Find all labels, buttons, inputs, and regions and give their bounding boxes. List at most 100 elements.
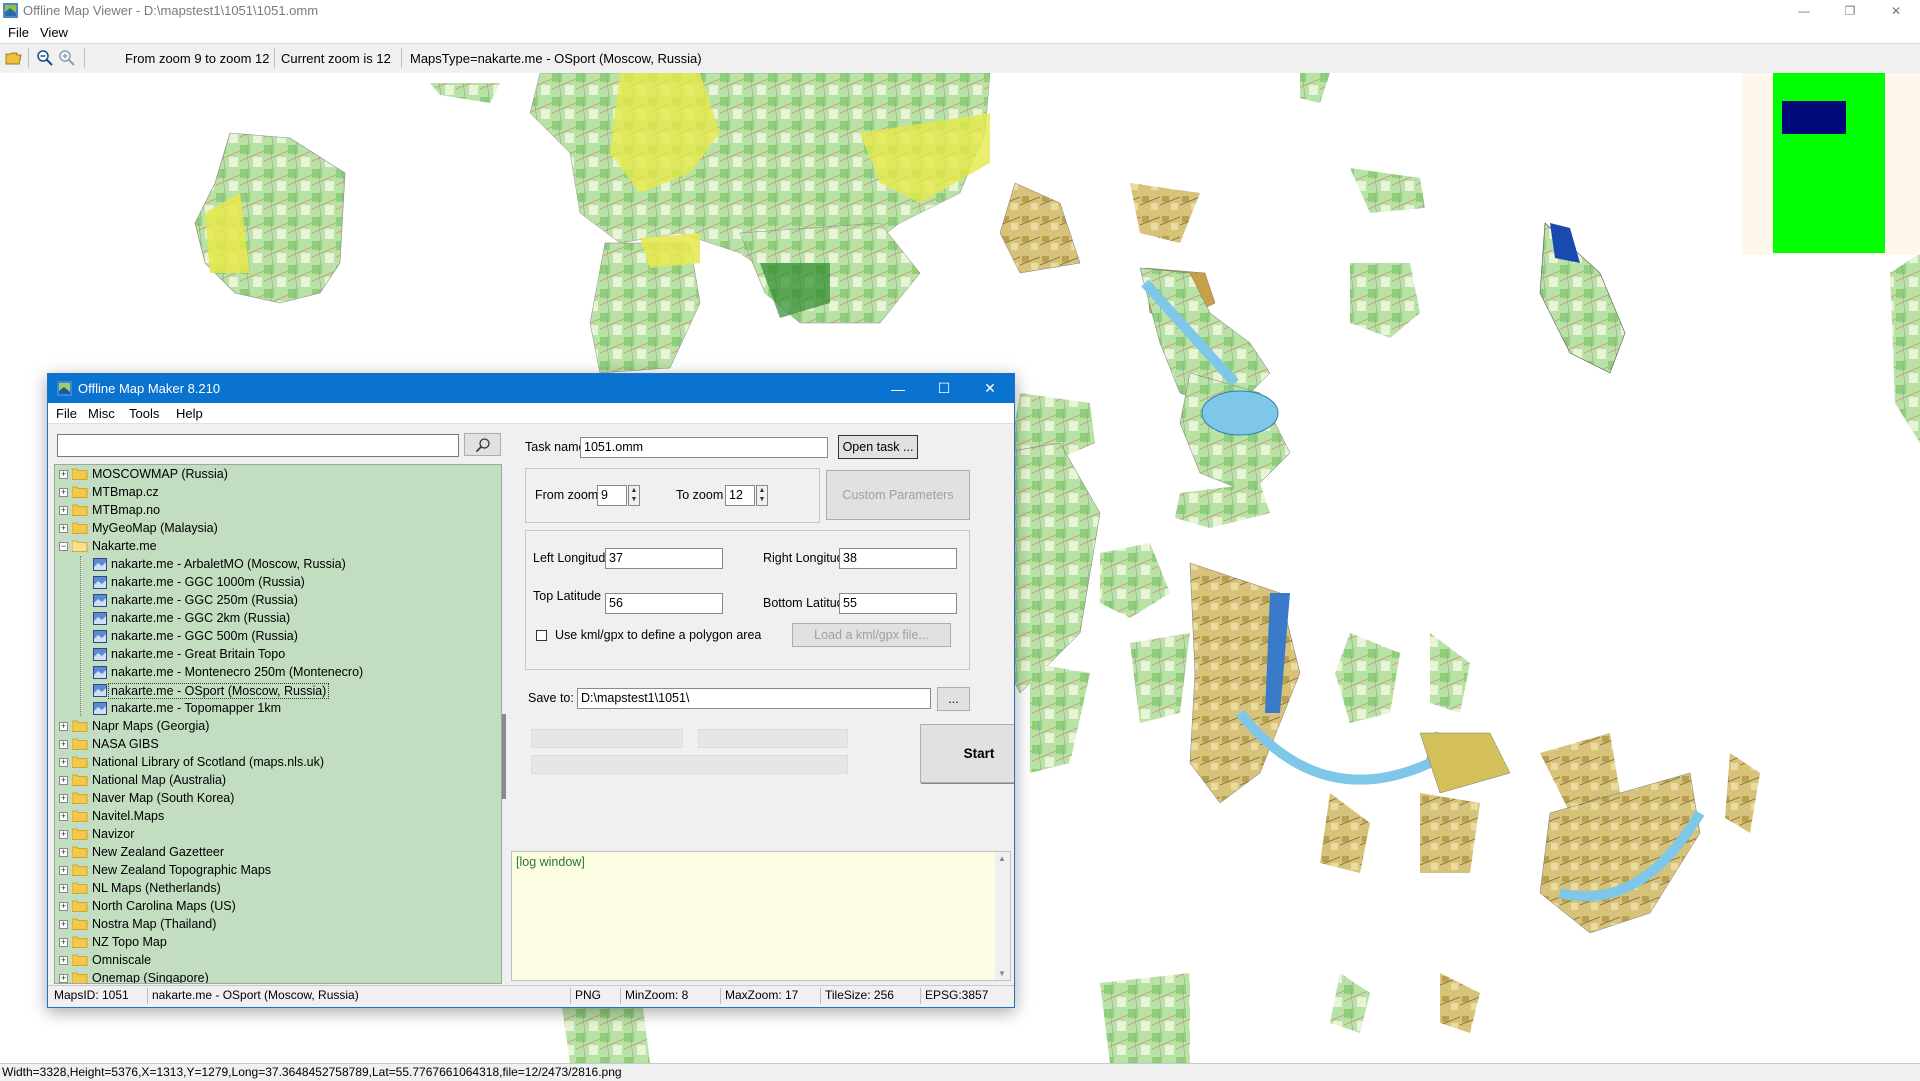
right-longitude-input[interactable]: 38	[839, 548, 957, 569]
tree-item[interactable]: + MTBmap.no	[55, 502, 501, 520]
tree-item[interactable]: + NZ Topo Map	[55, 934, 501, 952]
maker-close-button[interactable]: ✕	[967, 374, 1013, 403]
tree-item[interactable]: nakarte.me - GGC 500m (Russia)	[55, 628, 501, 646]
expand-icon[interactable]: +	[59, 758, 68, 767]
zoom-in-icon[interactable]	[58, 49, 76, 67]
bottom-latitude-input[interactable]: 55	[839, 593, 957, 614]
start-button[interactable]: Start	[920, 724, 1014, 783]
expand-icon[interactable]: +	[59, 974, 68, 983]
to-zoom-input[interactable]: 12	[725, 485, 755, 506]
folder-icon	[71, 954, 88, 966]
open-folder-icon[interactable]	[5, 49, 23, 67]
scroll-down-icon[interactable]: ▼	[998, 969, 1006, 978]
tree-item[interactable]: + National Map (Australia)	[55, 772, 501, 790]
folder-icon	[71, 720, 88, 732]
open-task-button[interactable]: Open task ...	[838, 435, 918, 459]
maker-menu-misc[interactable]: Misc	[88, 406, 115, 421]
save-to-label: Save to:	[528, 691, 574, 705]
expand-icon[interactable]: +	[59, 470, 68, 479]
to-zoom-stepper[interactable]: ▲ ▼	[756, 485, 768, 506]
expand-icon[interactable]: +	[59, 524, 68, 533]
tree-item[interactable]: + NASA GIBS	[55, 736, 501, 754]
maker-maximize-button[interactable]: ☐	[921, 374, 967, 403]
overview-viewport	[1782, 101, 1846, 134]
tree-item[interactable]: + Napr Maps (Georgia)	[55, 718, 501, 736]
tree-item[interactable]: + New Zealand Topographic Maps	[55, 862, 501, 880]
maker-minimize-button[interactable]: —	[875, 374, 921, 403]
tree-item[interactable]: − Nakarte.me	[55, 538, 501, 556]
scroll-up-icon[interactable]: ▲	[998, 854, 1006, 863]
tree-item[interactable]: nakarte.me - ArbaletMO (Moscow, Russia)	[55, 556, 501, 574]
expand-icon[interactable]: +	[59, 866, 68, 875]
expand-icon[interactable]: +	[59, 902, 68, 911]
tree-item[interactable]: + North Carolina Maps (US)	[55, 898, 501, 916]
expand-icon[interactable]: +	[59, 488, 68, 497]
maker-menu-help[interactable]: Help	[176, 406, 203, 421]
from-zoom-stepper[interactable]: ▲ ▼	[628, 485, 640, 506]
custom-parameters-button[interactable]: Custom Parameters	[826, 470, 970, 520]
viewer-menubar: File View	[0, 22, 1920, 43]
log-scrollbar[interactable]: ▲ ▼	[995, 852, 1010, 980]
tree-item[interactable]: nakarte.me - GGC 2km (Russia)	[55, 610, 501, 628]
tree-item[interactable]: nakarte.me - Great Britain Topo	[55, 646, 501, 664]
expand-icon[interactable]: +	[59, 884, 68, 893]
map-search-button[interactable]	[464, 433, 501, 456]
menu-file[interactable]: File	[8, 25, 29, 40]
map-source-tree[interactable]: + MOSCOWMAP (Russia) + MTBmap.cz + MTBmap.no +…	[54, 464, 502, 984]
expand-icon[interactable]: +	[59, 830, 68, 839]
status-min-zoom: MinZoom: 8	[620, 988, 688, 1004]
expand-icon[interactable]: +	[59, 920, 68, 929]
from-zoom-input[interactable]: 9	[597, 485, 627, 506]
load-kml-button[interactable]: Load a kml/gpx file...	[792, 623, 951, 647]
minimize-button[interactable]: —	[1781, 0, 1827, 22]
tree-item[interactable]: nakarte.me - OSport (Moscow, Russia)	[55, 682, 501, 700]
map-app-icon	[3, 3, 18, 18]
task-name-input[interactable]: 1051.omm	[580, 437, 828, 458]
maker-titlebar: Offline Map Maker 8.210 — ☐ ✕	[48, 374, 1014, 403]
expand-icon[interactable]: +	[59, 740, 68, 749]
tree-item[interactable]: + Navitel.Maps	[55, 808, 501, 826]
tree-item[interactable]: nakarte.me - Topomapper 1km	[55, 700, 501, 718]
zoom-out-icon[interactable]	[36, 49, 54, 67]
folder-icon	[71, 810, 88, 822]
expand-icon[interactable]: +	[59, 956, 68, 965]
tree-item-label: Omniscale	[92, 953, 152, 967]
expand-icon[interactable]: +	[59, 938, 68, 947]
expand-icon[interactable]: +	[59, 848, 68, 857]
tree-item[interactable]: + Naver Map (South Korea)	[55, 790, 501, 808]
map-search-input[interactable]	[57, 434, 459, 457]
save-to-input[interactable]: D:\mapstest1\1051\	[577, 688, 931, 709]
restore-button[interactable]: ❐	[1827, 0, 1873, 22]
top-latitude-input[interactable]: 56	[605, 593, 723, 614]
maker-menu-file[interactable]: File	[56, 406, 77, 421]
expand-icon[interactable]: +	[59, 812, 68, 821]
tree-item[interactable]: nakarte.me - GGC 250m (Russia)	[55, 592, 501, 610]
right-longitude-label: Right Longitude	[763, 551, 851, 565]
expand-icon[interactable]: +	[59, 722, 68, 731]
menu-view[interactable]: View	[40, 25, 68, 40]
expand-icon[interactable]: +	[59, 794, 68, 803]
tree-item[interactable]: + Nostra Map (Thailand)	[55, 916, 501, 934]
expand-icon[interactable]: +	[59, 776, 68, 785]
tree-item[interactable]: + MTBmap.cz	[55, 484, 501, 502]
tree-item[interactable]: + National Library of Scotland (maps.nls.…	[55, 754, 501, 772]
tree-item[interactable]: nakarte.me - GGC 1000m (Russia)	[55, 574, 501, 592]
tree-item[interactable]: + MOSCOWMAP (Russia)	[55, 466, 501, 484]
close-button[interactable]: ✕	[1873, 0, 1919, 22]
tree-scrollbar[interactable]	[502, 714, 506, 799]
collapse-icon[interactable]: −	[59, 542, 68, 551]
maker-menu-tools[interactable]: Tools	[129, 406, 159, 421]
left-longitude-input[interactable]: 37	[605, 548, 723, 569]
browse-button[interactable]: ...	[937, 687, 970, 711]
tree-item[interactable]: + NL Maps (Netherlands)	[55, 880, 501, 898]
tree-item[interactable]: + Onemap (Singapore)	[55, 970, 501, 983]
tree-item[interactable]: + MyGeoMap (Malaysia)	[55, 520, 501, 538]
tree-item[interactable]: nakarte.me - Montenecro 250m (Montenecro…	[55, 664, 501, 682]
expand-icon[interactable]: +	[59, 506, 68, 515]
kml-polygon-checkbox[interactable]	[536, 630, 547, 641]
tree-item[interactable]: + New Zealand Gazetteer	[55, 844, 501, 862]
tree-item[interactable]: + Omniscale	[55, 952, 501, 970]
tree-item[interactable]: + Navizor	[55, 826, 501, 844]
folder-icon	[71, 936, 88, 948]
log-window[interactable]: [log window] ▲ ▼	[511, 851, 1011, 981]
